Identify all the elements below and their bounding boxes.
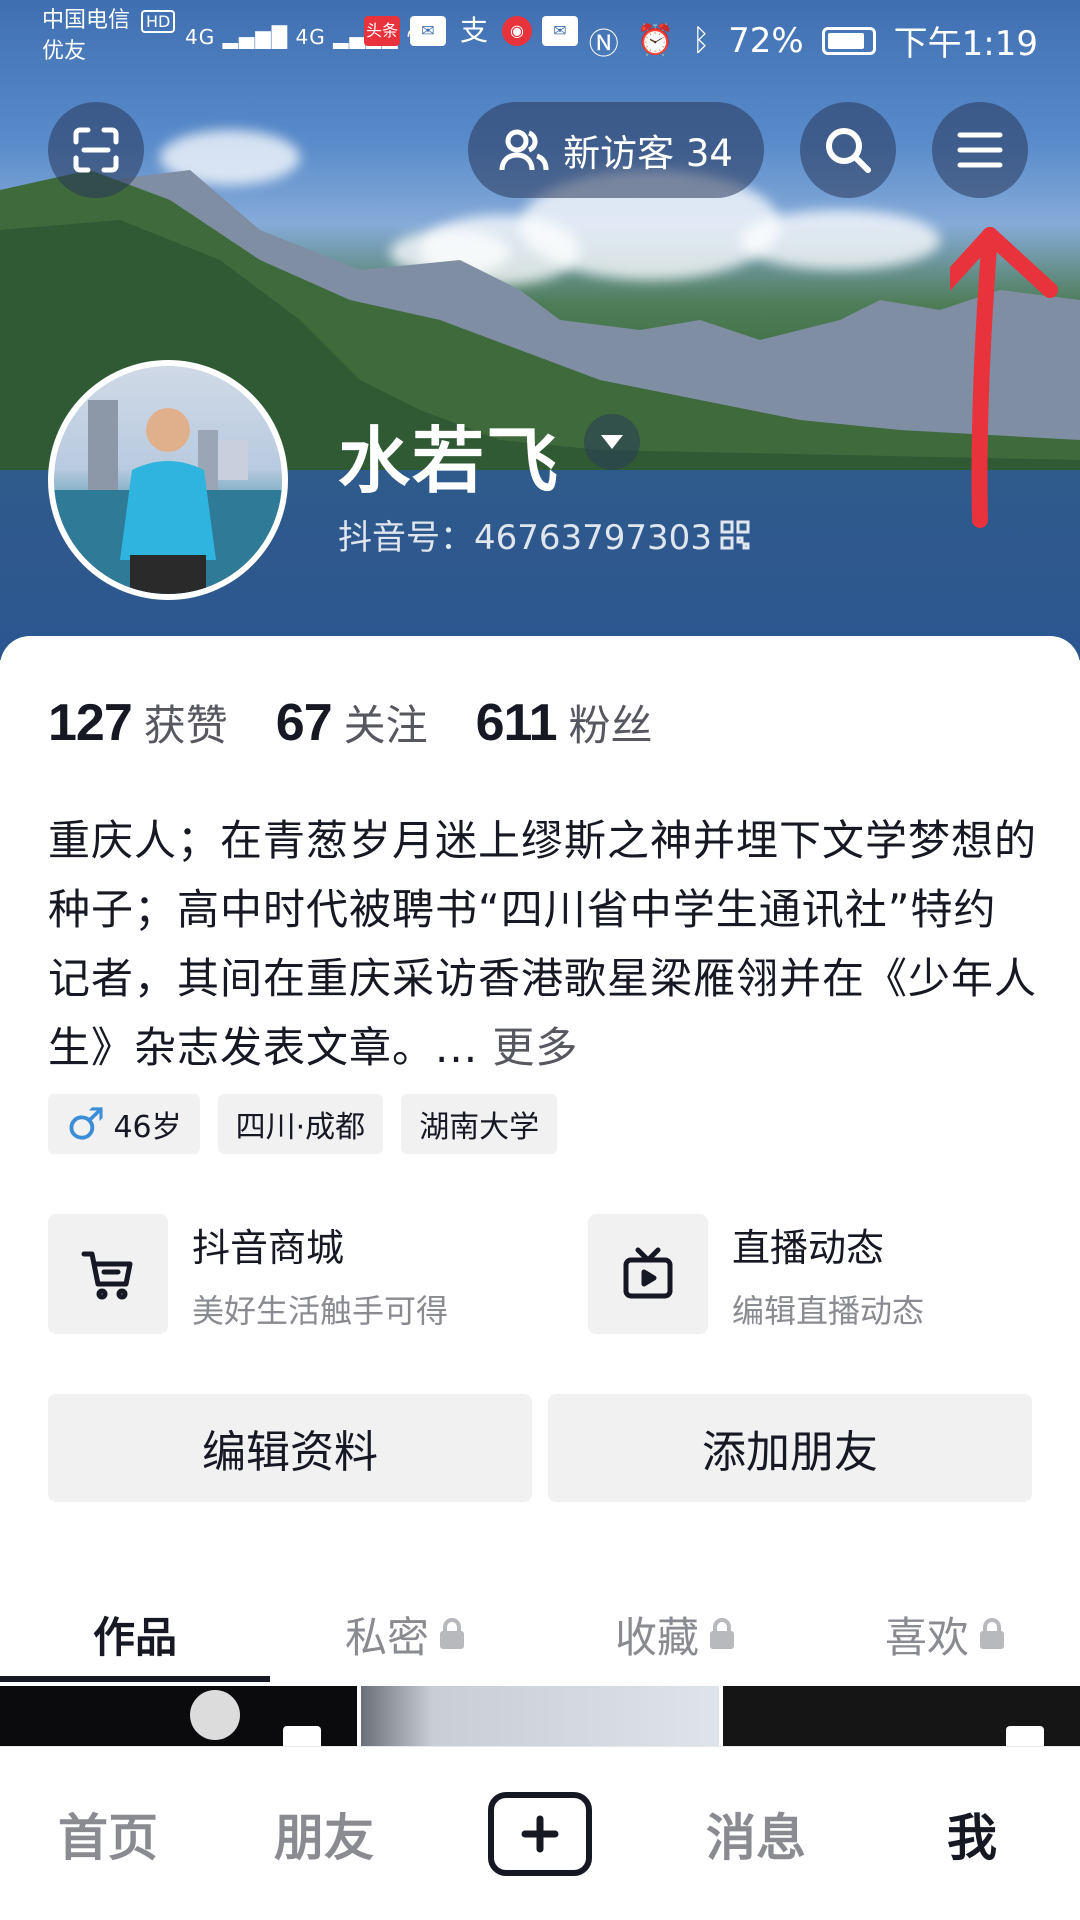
plus-icon (521, 1815, 559, 1852)
following-count: 67 (275, 694, 333, 752)
tab-likes-label: 喜欢 (884, 1612, 969, 1662)
active-tab-indicator (0, 1676, 270, 1682)
live-icon-box (588, 1214, 708, 1334)
hamburger-menu-icon (957, 132, 1003, 168)
lock-icon (440, 1618, 464, 1649)
stat-likes[interactable]: 127 获赞 (48, 692, 228, 753)
tab-favorites[interactable]: 收藏 (540, 1586, 810, 1682)
battery-icon (821, 26, 876, 55)
notification-icons: 头条 ✉ 支 ◉ ✉ (364, 16, 578, 46)
tab-likes[interactable]: 喜欢 (810, 1586, 1080, 1682)
edit-profile-button[interactable]: 编辑资料 (48, 1394, 532, 1502)
status-right: Ⓝ ⏰ ᛒ 72% 下午1:19 (589, 16, 1038, 65)
multi-image-icon (1005, 1726, 1044, 1746)
content-tabs: 作品 私密 收藏 喜欢 (0, 1586, 1080, 1682)
profile-name[interactable]: 水若飞 (338, 402, 560, 507)
alipay-icon: 支 (459, 14, 488, 47)
scan-icon (73, 127, 119, 173)
male-icon: ♂ (66, 1098, 106, 1150)
tab-works[interactable]: 作品 (0, 1586, 270, 1682)
nav-me[interactable]: 我 (864, 1798, 1080, 1870)
mall-title: 抖音商城 (192, 1225, 345, 1270)
douyin-mall-shortcut[interactable]: 抖音商城 美好生活触手可得 (48, 1214, 448, 1334)
alarm-icon: ⏰ (636, 23, 675, 58)
nfc-icon: Ⓝ (588, 26, 619, 62)
avatar[interactable] (48, 360, 288, 600)
carrier-name: 中国电信 (42, 8, 131, 33)
search-icon (826, 128, 871, 173)
plus-icon-box (488, 1791, 592, 1876)
toutiao-icon: 头条 (364, 16, 400, 46)
clock: 下午1:19 (893, 24, 1038, 64)
bottom-navigation: 首页 朋友 消息 我 (0, 1746, 1080, 1920)
add-friend-button[interactable]: 添加朋友 (548, 1394, 1032, 1502)
video-thumbnail[interactable] (0, 1686, 358, 1746)
age-tag: ♂ 46岁 (48, 1094, 200, 1154)
mail-icon-2: ✉ (542, 16, 578, 46)
location-tag: 四川·成都 (217, 1094, 384, 1154)
nav-friends[interactable]: 朋友 (216, 1798, 432, 1870)
likes-label: 获赞 (143, 701, 228, 750)
qr-code-icon[interactable] (720, 520, 750, 550)
bluetooth-icon: ᛒ (692, 23, 711, 58)
school-tag: 湖南大学 (401, 1094, 558, 1154)
nav-home[interactable]: 首页 (0, 1798, 216, 1870)
mail-icon: ✉ (410, 16, 446, 46)
hd-badge: HD (141, 10, 176, 33)
triangle-down-icon (601, 435, 623, 449)
tab-works-label: 作品 (92, 1612, 177, 1662)
carrier-secondary: 优友 (42, 39, 87, 64)
profile-stats: 127 获赞 67 关注 611 粉丝 (48, 692, 653, 753)
scan-button[interactable] (48, 102, 144, 198)
stat-following[interactable]: 67 关注 (276, 692, 428, 753)
video-thumbnail[interactable] (361, 1686, 719, 1746)
video-thumbnail[interactable] (722, 1686, 1080, 1746)
app-notification-icon: ◉ (502, 16, 532, 46)
status-bar: 中国电信 HD 优友 4G ▂▄▆█ 4G ▂▄▆█ ◠ 头条 ✉ 支 ◉ ✉ … (0, 0, 1080, 76)
live-updates-shortcut[interactable]: 直播动态 编辑直播动态 (588, 1214, 924, 1334)
stat-followers[interactable]: 611 粉丝 (476, 692, 653, 753)
avatar-photo (54, 400, 282, 594)
cart-icon-box (48, 1214, 168, 1334)
location-label: 四川·成都 (235, 1110, 366, 1145)
douyin-id-text: 抖音号：46763797303 (338, 518, 712, 558)
battery-percent: 72% (728, 20, 804, 61)
lock-icon (710, 1618, 734, 1649)
live-title: 直播动态 (732, 1225, 885, 1270)
account-switch-button[interactable] (584, 414, 640, 470)
followers-label: 粉丝 (568, 701, 653, 750)
likes-count: 127 (48, 694, 133, 752)
new-visitors-button[interactable]: 新访客 34 (468, 102, 764, 198)
people-icon (499, 129, 549, 171)
carrier-info: 中国电信 HD 优友 (42, 6, 176, 67)
tv-icon (623, 1247, 673, 1299)
nav-create[interactable] (432, 1791, 648, 1876)
tab-private-label: 私密 (344, 1612, 429, 1662)
tab-private[interactable]: 私密 (270, 1586, 540, 1682)
following-label: 关注 (343, 701, 428, 750)
search-button[interactable] (800, 102, 896, 198)
bio-more-link[interactable]: 更多 (492, 1023, 578, 1072)
video-grid (0, 1686, 1080, 1746)
shopping-cart-icon (81, 1251, 133, 1300)
menu-button[interactable] (932, 102, 1028, 198)
followers-count: 611 (475, 694, 558, 752)
tab-favorites-label: 收藏 (614, 1612, 699, 1662)
profile-bio[interactable]: 重庆人；在青葱岁月迷上缪斯之神并埋下文学梦想的种子；高中时代被聘书“四川省中学生… (48, 806, 1038, 1082)
signal-4g-2: 4G (295, 25, 326, 49)
visitors-label: 新访客 34 (563, 132, 733, 175)
douyin-id[interactable]: 抖音号：46763797303 (338, 510, 750, 559)
age-label: 46岁 (113, 1110, 182, 1145)
mall-subtitle: 美好生活触手可得 (192, 1291, 449, 1330)
signal-4g-1: 4G (185, 25, 216, 49)
multi-image-icon (283, 1726, 322, 1746)
profile-tags: ♂ 46岁 四川·成都 湖南大学 (48, 1094, 558, 1154)
nav-messages[interactable]: 消息 (648, 1798, 864, 1870)
annotation-arrow (950, 227, 1058, 528)
school-label: 湖南大学 (419, 1110, 540, 1145)
lock-icon (980, 1618, 1004, 1649)
live-subtitle: 编辑直播动态 (732, 1291, 925, 1330)
